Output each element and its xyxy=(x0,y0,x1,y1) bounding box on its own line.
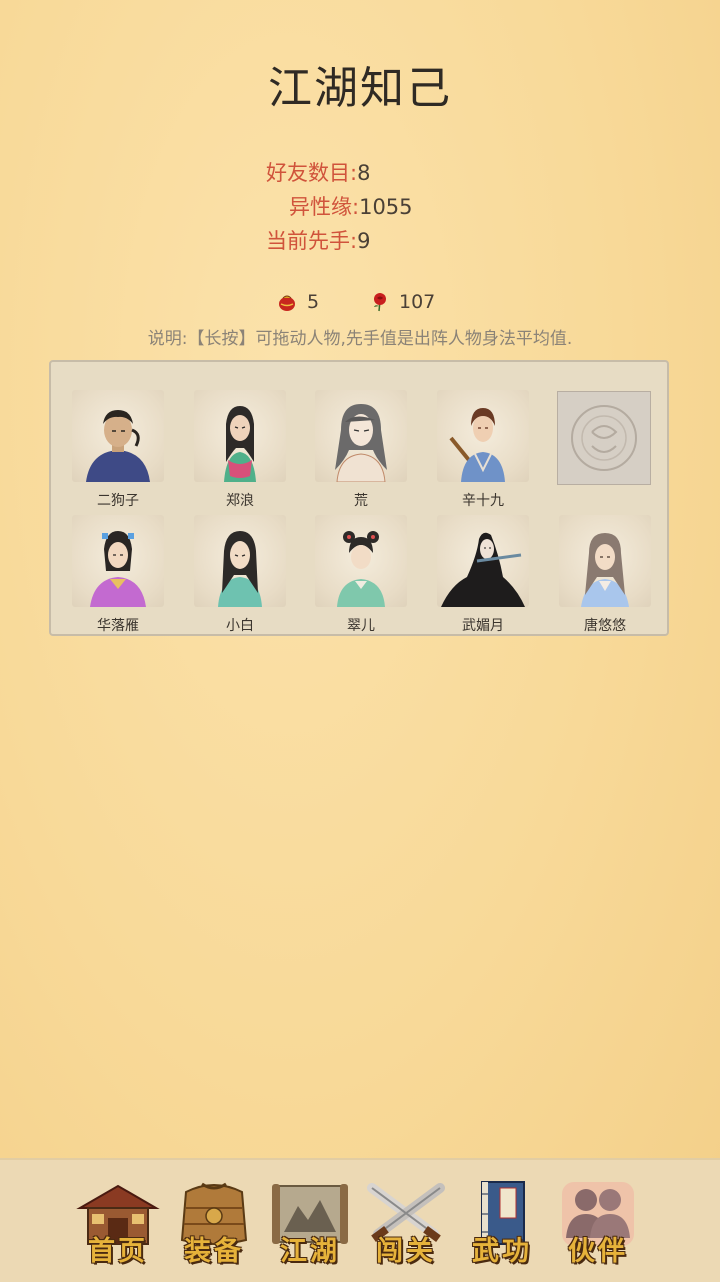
stat-label: 好友数目: xyxy=(266,161,358,185)
companion-card[interactable]: 翠儿 xyxy=(313,515,409,634)
nav-jianghu[interactable]: 江湖 xyxy=(268,1178,352,1268)
red-rose-icon xyxy=(374,293,386,312)
nav-label: 江湖 xyxy=(280,1236,340,1267)
nav-label: 伙伴 xyxy=(568,1236,628,1267)
long-hair-portrait xyxy=(315,390,407,482)
woman-lightblue-portrait xyxy=(559,515,651,607)
rose-resource: 107 xyxy=(371,291,435,313)
companion-name: 荒 xyxy=(354,493,368,509)
rose-count: 107 xyxy=(399,291,436,313)
companion-name: 翠儿 xyxy=(347,618,375,634)
stat-label: 异性缘: xyxy=(289,195,360,219)
empty-slot-seal-icon xyxy=(571,405,637,471)
pouch-count: 5 xyxy=(307,291,320,313)
nav-challenge[interactable]: 闯关 xyxy=(364,1178,448,1268)
nav-home[interactable]: 首页 xyxy=(76,1178,160,1268)
instruction-note: 说明:【长按】可拖动人物,先手值是出阵人物身法平均值. xyxy=(147,329,573,349)
companion-name: 小白 xyxy=(226,618,254,634)
girl-green-robe-portrait xyxy=(315,515,407,607)
companion-name: 辛十九 xyxy=(462,493,504,509)
companion-name: 唐悠悠 xyxy=(584,618,626,634)
stat-value: 1055 xyxy=(359,195,413,219)
companion-name: 郑浪 xyxy=(226,493,254,509)
companion-name: 华落雁 xyxy=(97,618,139,634)
stat-value: 9 xyxy=(357,229,371,253)
swordsman-blue-portrait xyxy=(437,390,529,482)
companion-card[interactable]: 唐悠悠 xyxy=(557,515,653,634)
companion-card[interactable]: 小白 xyxy=(192,515,288,634)
man-blue-robe-portrait xyxy=(72,390,164,482)
woman-black-flute-portrait xyxy=(437,515,529,607)
companion-card[interactable]: 辛十九 xyxy=(435,390,531,509)
stat-value: 8 xyxy=(357,161,371,185)
nav-companions[interactable]: 伙伴 xyxy=(556,1178,640,1268)
companion-card[interactable]: 二狗子 xyxy=(70,390,166,509)
nav-label: 首页 xyxy=(88,1236,148,1267)
woman-teal-robe-portrait xyxy=(194,515,286,607)
companion-name: 武媚月 xyxy=(462,618,504,634)
nav-label: 武功 xyxy=(472,1236,532,1267)
page-title: 江湖知己 xyxy=(268,63,452,114)
charm-stat: 异性缘:1055 xyxy=(289,191,413,221)
pouch-resource: 5 xyxy=(277,291,319,313)
red-pouch-icon xyxy=(279,295,295,311)
initiative-stat: 当前先手:9 xyxy=(266,225,370,255)
empty-companion-slot[interactable] xyxy=(557,391,651,485)
stat-label: 当前先手: xyxy=(266,229,358,253)
nav-equipment[interactable]: 装备 xyxy=(172,1178,256,1268)
woman-green-robe-portrait xyxy=(194,390,286,482)
companion-card[interactable]: 荒 xyxy=(313,390,409,509)
nav-label: 装备 xyxy=(184,1236,244,1267)
companion-card[interactable]: 武媚月 xyxy=(435,515,531,634)
nav-label: 闯关 xyxy=(376,1236,436,1267)
nav-martial-arts[interactable]: 武功 xyxy=(460,1178,544,1268)
companion-card[interactable]: 华落雁 xyxy=(70,515,166,634)
bottom-nav: 首页 装备 江湖 闯关 武功 伙伴 xyxy=(0,1158,720,1282)
woman-purple-robe-portrait xyxy=(72,515,164,607)
companion-name: 二狗子 xyxy=(97,493,139,509)
companion-card[interactable]: 郑浪 xyxy=(192,390,288,509)
friend-count-stat: 好友数目:8 xyxy=(266,157,370,187)
companion-grid: 二狗子 郑浪 荒 辛十九 华落雁 小白 翠儿 武媚月 唐悠悠 xyxy=(49,360,669,636)
